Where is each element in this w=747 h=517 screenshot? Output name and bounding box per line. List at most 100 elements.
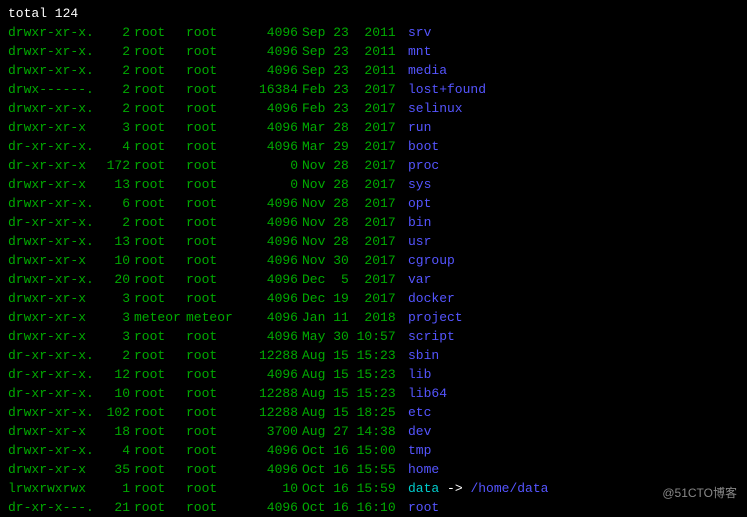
link-count: 10: [98, 384, 130, 403]
group: root: [186, 156, 242, 175]
date: Dec 5 2017: [298, 270, 408, 289]
permissions: drwxr-xr-x.: [8, 61, 98, 80]
owner: root: [130, 498, 186, 517]
date: Sep 23 2011: [298, 23, 408, 42]
size: 4096: [242, 308, 298, 327]
dir-name: docker: [408, 291, 455, 306]
size: 4096: [242, 251, 298, 270]
owner: root: [130, 441, 186, 460]
owner: root: [130, 194, 186, 213]
group: root: [186, 137, 242, 156]
link-count: 3: [98, 289, 130, 308]
date: Aug 15 15:23: [298, 365, 408, 384]
link-count: 172: [98, 156, 130, 175]
owner: root: [130, 403, 186, 422]
size: 12288: [242, 384, 298, 403]
listing-row: dr-xr-xr-x172rootroot0Nov 28 2017proc: [8, 156, 739, 175]
date: Mar 28 2017: [298, 118, 408, 137]
group: root: [186, 80, 242, 99]
group: root: [186, 460, 242, 479]
group: root: [186, 213, 242, 232]
permissions: dr-xr-x---.: [8, 498, 98, 517]
group: root: [186, 365, 242, 384]
permissions: dr-xr-xr-x: [8, 156, 98, 175]
listing-row: dr-xr-x---.21rootroot4096Oct 16 16:10roo…: [8, 498, 739, 517]
dir-name: etc: [408, 405, 431, 420]
listing-row: drwxr-xr-x13rootroot0Nov 28 2017sys: [8, 175, 739, 194]
date: Jan 11 2018: [298, 308, 408, 327]
dir-name: mnt: [408, 44, 431, 59]
dir-name: bin: [408, 215, 431, 230]
listing-row: drwxr-xr-x3meteormeteor4096Jan 11 2018pr…: [8, 308, 739, 327]
listing-row: drwxr-xr-x3rootroot4096Dec 19 2017docker: [8, 289, 739, 308]
link-count: 3: [98, 118, 130, 137]
link-count: 102: [98, 403, 130, 422]
owner: root: [130, 365, 186, 384]
link-count: 4: [98, 441, 130, 460]
date: Aug 15 15:23: [298, 346, 408, 365]
permissions: drwxr-xr-x.: [8, 99, 98, 118]
owner: root: [130, 42, 186, 61]
date: Nov 28 2017: [298, 156, 408, 175]
link-count: 4: [98, 137, 130, 156]
size: 3700: [242, 422, 298, 441]
permissions: dr-xr-xr-x.: [8, 346, 98, 365]
size: 4096: [242, 61, 298, 80]
owner: root: [130, 118, 186, 137]
symlink-target: /home/data: [470, 481, 548, 496]
link-count: 3: [98, 308, 130, 327]
date: Aug 15 18:25: [298, 403, 408, 422]
group: root: [186, 194, 242, 213]
date: Dec 19 2017: [298, 289, 408, 308]
size: 0: [242, 175, 298, 194]
listing-row: drwxr-xr-x.6rootroot4096Nov 28 2017opt: [8, 194, 739, 213]
date: Mar 29 2017: [298, 137, 408, 156]
link-count: 2: [98, 80, 130, 99]
dir-name: sbin: [408, 348, 439, 363]
owner: root: [130, 251, 186, 270]
link-count: 3: [98, 327, 130, 346]
permissions: lrwxrwxrwx: [8, 479, 98, 498]
date: Nov 28 2017: [298, 175, 408, 194]
permissions: drwxr-xr-x.: [8, 194, 98, 213]
owner: root: [130, 232, 186, 251]
size: 12288: [242, 346, 298, 365]
group: root: [186, 479, 242, 498]
link-count: 1: [98, 479, 130, 498]
size: 4096: [242, 213, 298, 232]
link-count: 2: [98, 346, 130, 365]
listing-row: drwxr-xr-x3rootroot4096Mar 28 2017run: [8, 118, 739, 137]
link-count: 2: [98, 99, 130, 118]
listing-row: drwxr-xr-x35rootroot4096Oct 16 15:55home: [8, 460, 739, 479]
link-count: 2: [98, 213, 130, 232]
listing-row: drwxr-xr-x.2rootroot4096Sep 23 2011mnt: [8, 42, 739, 61]
link-count: 35: [98, 460, 130, 479]
owner: root: [130, 137, 186, 156]
date: Nov 28 2017: [298, 213, 408, 232]
listing-row: drwxr-xr-x18rootroot3700Aug 27 14:38dev: [8, 422, 739, 441]
link-count: 20: [98, 270, 130, 289]
dir-name: tmp: [408, 443, 431, 458]
group: root: [186, 346, 242, 365]
owner: root: [130, 23, 186, 42]
owner: root: [130, 327, 186, 346]
owner: root: [130, 156, 186, 175]
group: root: [186, 251, 242, 270]
date: Aug 15 15:23: [298, 384, 408, 403]
size: 4096: [242, 498, 298, 517]
link-count: 13: [98, 175, 130, 194]
link-count: 2: [98, 61, 130, 80]
listing-row: drwxr-xr-x3rootroot4096May 30 10:57scrip…: [8, 327, 739, 346]
group: root: [186, 175, 242, 194]
dir-name: usr: [408, 234, 431, 249]
owner: root: [130, 80, 186, 99]
dir-name: var: [408, 272, 431, 287]
owner: root: [130, 99, 186, 118]
owner: root: [130, 346, 186, 365]
group: root: [186, 270, 242, 289]
size: 4096: [242, 289, 298, 308]
permissions: drwxr-xr-x: [8, 175, 98, 194]
permissions: drwxr-xr-x: [8, 118, 98, 137]
group: root: [186, 118, 242, 137]
total-line: total 124: [8, 4, 739, 23]
